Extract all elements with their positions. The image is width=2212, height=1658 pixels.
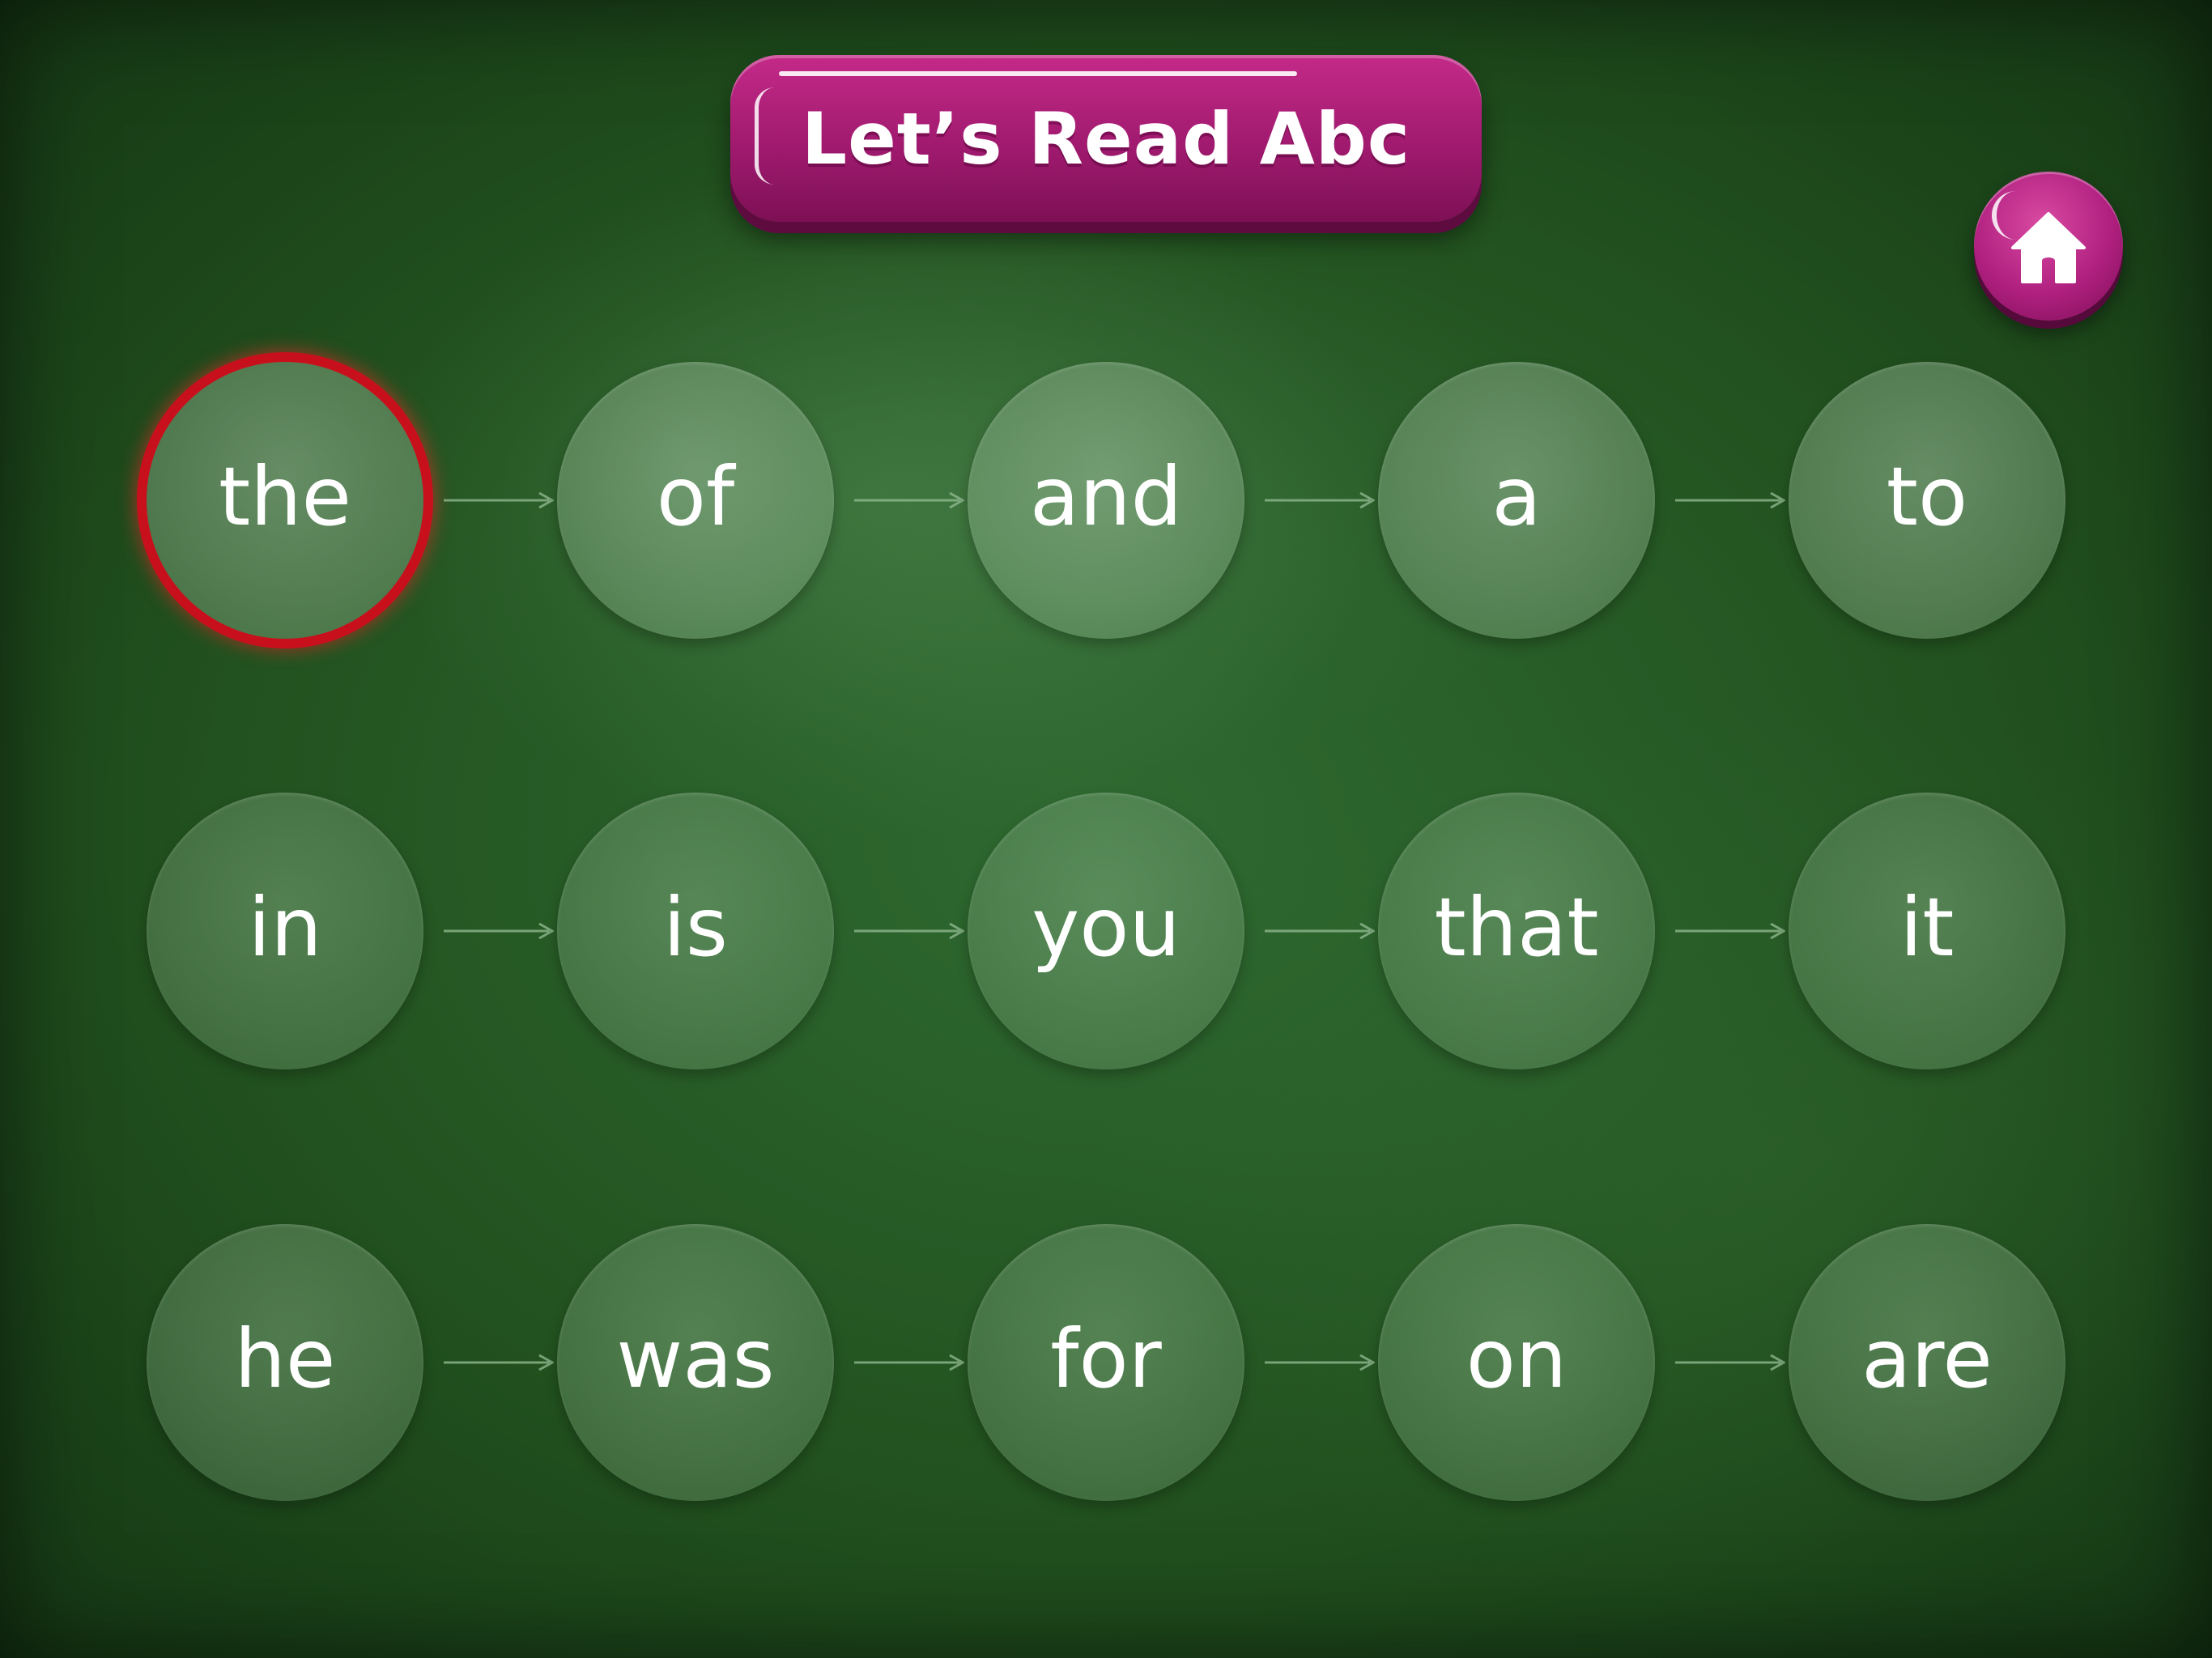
word-label: you xyxy=(1032,880,1180,975)
word-button-in[interactable]: in xyxy=(147,793,423,1069)
word-button-a[interactable]: a xyxy=(1378,362,1655,639)
arrow-right-icon xyxy=(444,491,554,509)
word-label: to xyxy=(1886,449,1968,544)
title-banner: Let’s Read Abc xyxy=(730,55,1482,222)
arrow-right-icon xyxy=(854,1354,964,1371)
word-button-the[interactable]: the xyxy=(147,362,423,639)
word-label: it xyxy=(1899,880,1955,975)
arrow-right-icon xyxy=(1265,491,1375,509)
word-button-is[interactable]: is xyxy=(557,793,834,1069)
word-button-was[interactable]: was xyxy=(557,1224,834,1501)
home-button[interactable] xyxy=(1974,172,2123,321)
word-label: of xyxy=(656,449,735,544)
arrow-right-icon xyxy=(1675,922,1785,940)
word-button-of[interactable]: of xyxy=(557,362,834,639)
word-button-are[interactable]: are xyxy=(1789,1224,2065,1501)
word-button-it[interactable]: it xyxy=(1789,793,2065,1069)
word-button-for[interactable]: for xyxy=(968,1224,1244,1501)
word-button-to[interactable]: to xyxy=(1789,362,2065,639)
arrow-right-icon xyxy=(854,922,964,940)
word-label: and xyxy=(1029,449,1183,544)
word-button-you[interactable]: you xyxy=(968,793,1244,1069)
arrow-right-icon xyxy=(1675,1354,1785,1371)
word-label: on xyxy=(1465,1312,1568,1406)
arrow-right-icon xyxy=(444,1354,554,1371)
word-label: was xyxy=(616,1312,775,1406)
word-label: he xyxy=(234,1312,336,1406)
home-icon xyxy=(2011,212,2086,283)
word-label: in xyxy=(248,880,322,975)
arrow-right-icon xyxy=(444,922,554,940)
word-label: are xyxy=(1861,1312,1993,1406)
word-label: a xyxy=(1491,449,1542,544)
word-label: is xyxy=(663,880,728,975)
word-button-that[interactable]: that xyxy=(1378,793,1655,1069)
word-button-on[interactable]: on xyxy=(1378,1224,1655,1501)
arrow-right-icon xyxy=(1675,491,1785,509)
arrow-right-icon xyxy=(1265,1354,1375,1371)
arrow-right-icon xyxy=(854,491,964,509)
word-label: the xyxy=(218,449,352,544)
app-title: Let’s Read Abc xyxy=(802,96,1410,181)
word-button-and[interactable]: and xyxy=(968,362,1244,639)
word-button-he[interactable]: he xyxy=(147,1224,423,1501)
word-label: for xyxy=(1050,1312,1162,1406)
word-label: that xyxy=(1434,880,1599,975)
arrow-right-icon xyxy=(1265,922,1375,940)
